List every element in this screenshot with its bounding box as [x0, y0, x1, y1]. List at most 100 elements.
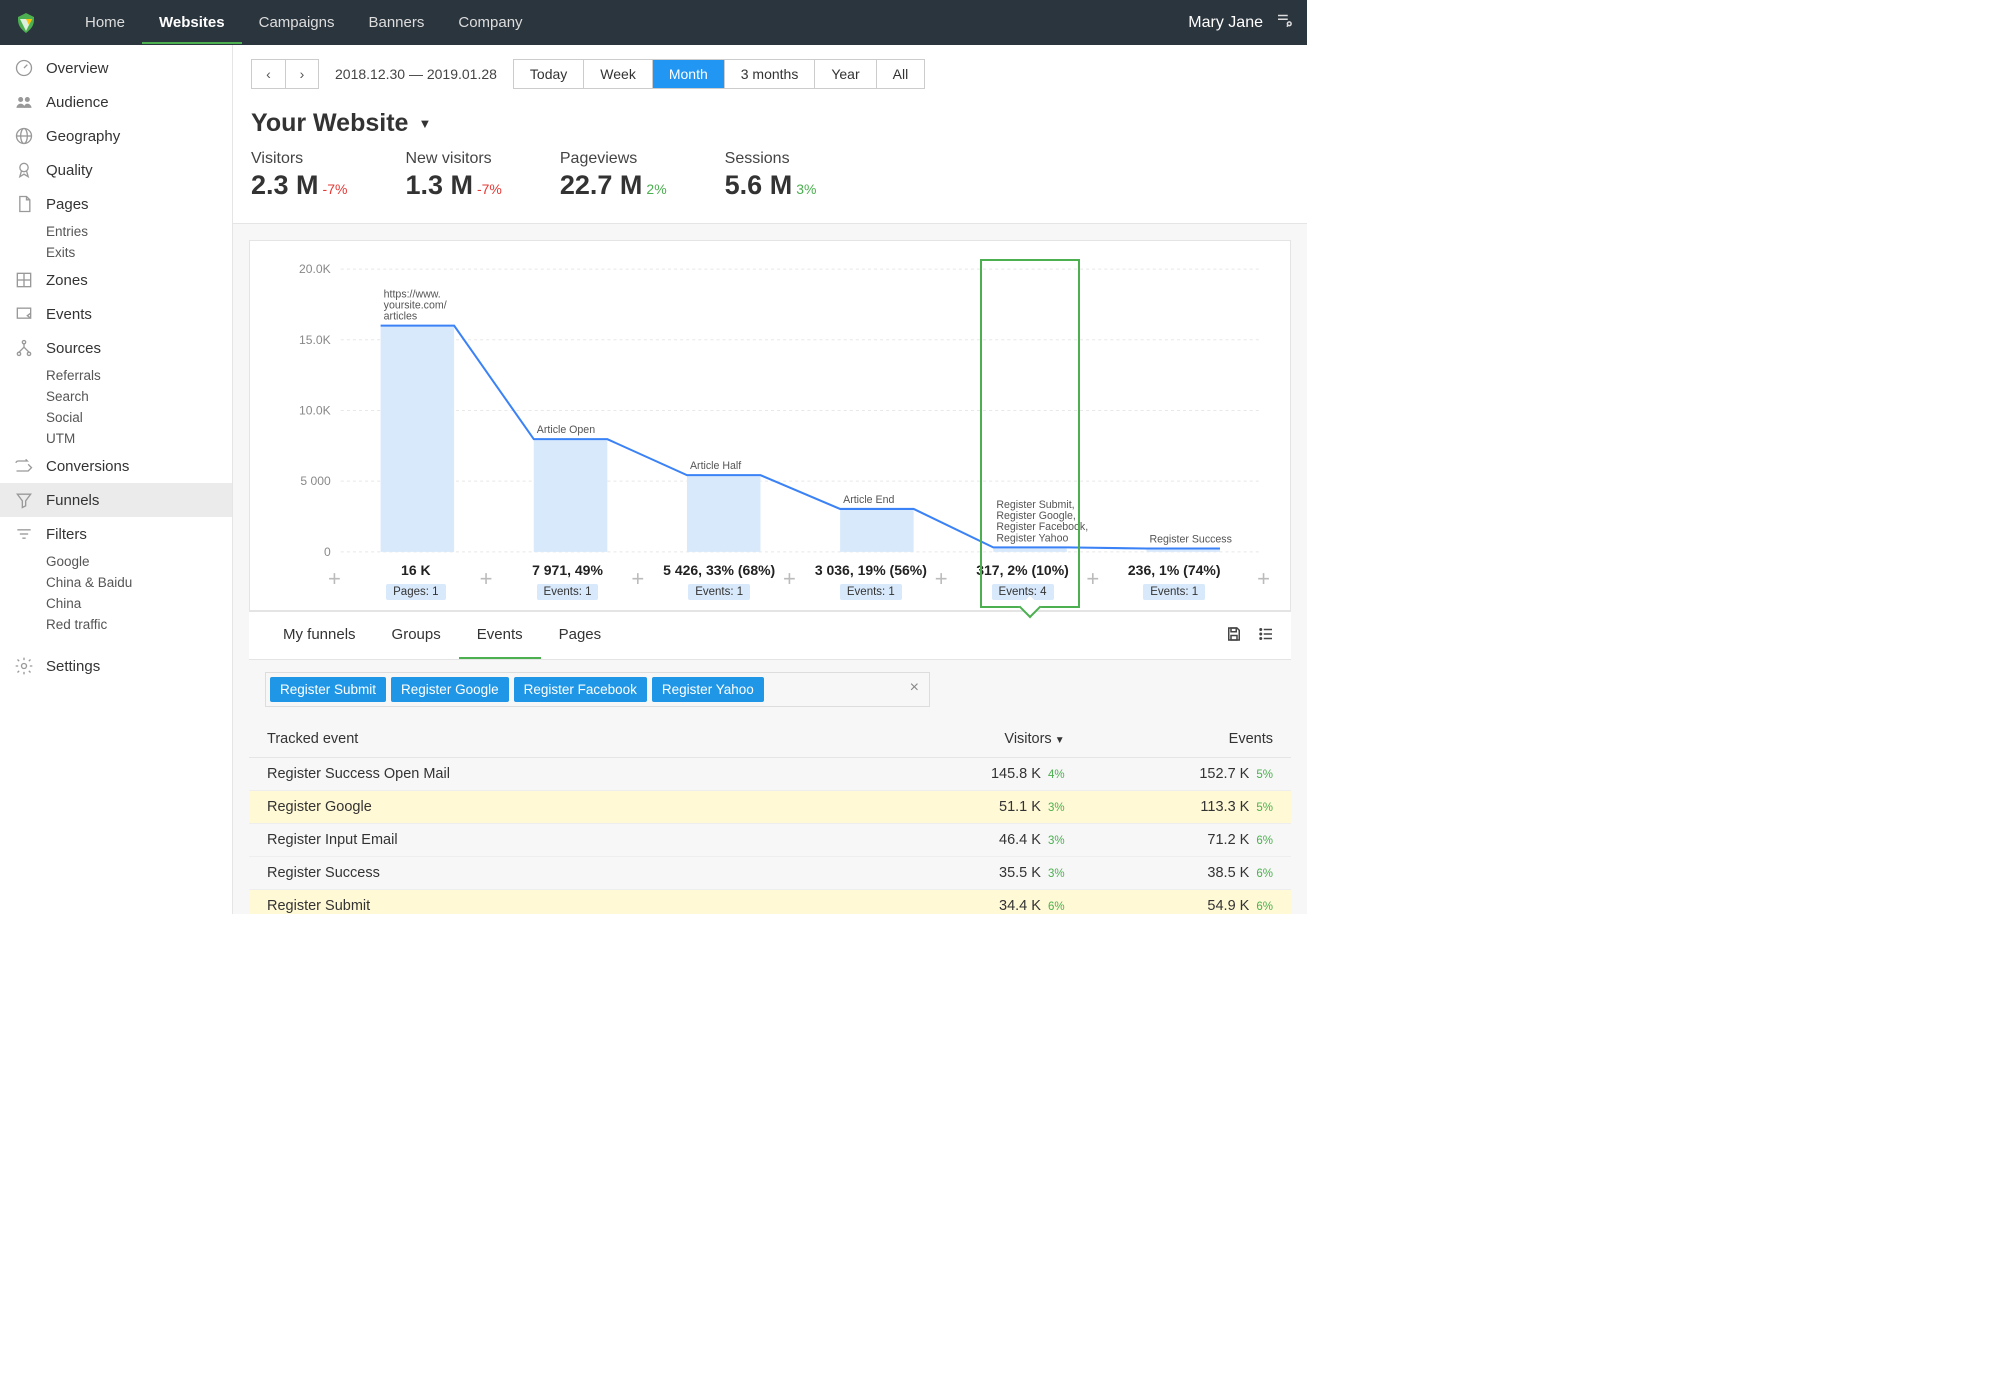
sidebar-sub-social[interactable]: Social	[0, 407, 232, 428]
add-step-icon[interactable]: +	[935, 566, 948, 592]
filter-tag[interactable]: Register Google	[391, 677, 509, 702]
funnel-step-3[interactable]: +3 036, 19% (56%)Events: 1	[795, 562, 947, 610]
tab-events[interactable]: Events	[459, 612, 541, 659]
user-name[interactable]: Mary Jane	[1188, 14, 1263, 32]
sidebar-item-settings[interactable]: Settings	[0, 649, 232, 683]
col-events[interactable]: Events	[1083, 721, 1291, 758]
funnel-step-1[interactable]: +7 971, 49%Events: 1	[492, 562, 644, 610]
nav-websites[interactable]: Websites	[142, 1, 242, 44]
range-month[interactable]: Month	[653, 60, 725, 88]
sidebar-sub-exits[interactable]: Exits	[0, 242, 232, 263]
funnel-step-0[interactable]: +16 KPages: 1	[340, 562, 492, 610]
range-today[interactable]: Today	[514, 60, 584, 88]
col-tracked-event[interactable]: Tracked event	[249, 721, 874, 758]
svg-text:articles: articles	[384, 311, 418, 323]
sidebar-sub-utm[interactable]: UTM	[0, 428, 232, 449]
filter-tag[interactable]: Register Yahoo	[652, 677, 764, 702]
add-step-icon[interactable]: +	[631, 566, 644, 592]
sidebar-item-quality[interactable]: Quality	[0, 153, 232, 187]
sidebar-sub-search[interactable]: Search	[0, 386, 232, 407]
sidebar-item-events[interactable]: Events	[0, 297, 232, 331]
sidebar-sub-china[interactable]: China	[0, 593, 232, 614]
sidebar-sub-referrals[interactable]: Referrals	[0, 365, 232, 386]
grid-icon	[14, 270, 34, 290]
sidebar-sub-red-traffic[interactable]: Red traffic	[0, 614, 232, 635]
add-step-icon[interactable]: +	[1257, 566, 1270, 592]
tab-groups[interactable]: Groups	[374, 612, 459, 659]
topbar: HomeWebsitesCampaignsBannersCompany Mary…	[0, 0, 1307, 45]
date-next-button[interactable]: ›	[285, 59, 319, 89]
funnel-step-4[interactable]: +317, 2% (10%)Events: 4	[947, 562, 1099, 610]
event-filter-box[interactable]: Register SubmitRegister GoogleRegister F…	[265, 672, 930, 707]
funnel-step-2[interactable]: +5 426, 33% (68%)Events: 1	[643, 562, 795, 610]
fork-icon	[14, 338, 34, 358]
nav-company[interactable]: Company	[441, 1, 539, 44]
date-prev-button[interactable]: ‹	[251, 59, 285, 89]
users-icon	[14, 92, 34, 112]
table-row[interactable]: Register Success35.5 K 3%38.5 K 6%	[249, 856, 1291, 889]
sidebar-item-sources[interactable]: Sources	[0, 331, 232, 365]
list-icon[interactable]	[1257, 625, 1275, 646]
date-range-segments: TodayWeekMonth3 monthsYearAll	[513, 59, 925, 89]
nav-home[interactable]: Home	[68, 1, 142, 44]
svg-text:Register Success: Register Success	[1149, 533, 1231, 545]
sidebar-item-overview[interactable]: Overview	[0, 51, 232, 85]
nav-banners[interactable]: Banners	[351, 1, 441, 44]
table-row[interactable]: Register Success Open Mail145.8 K 4%152.…	[249, 757, 1291, 790]
add-step-icon[interactable]: +	[480, 566, 493, 592]
range-year[interactable]: Year	[815, 60, 876, 88]
col-visitors[interactable]: Visitors▼	[874, 721, 1082, 758]
sidebar-item-funnels[interactable]: Funnels	[0, 483, 232, 517]
add-step-icon[interactable]: +	[1086, 566, 1099, 592]
table-row[interactable]: Register Input Email46.4 K 3%71.2 K 6%	[249, 823, 1291, 856]
range-week[interactable]: Week	[584, 60, 653, 88]
main-content: ‹ › 2018.12.30 — 2019.01.28 TodayWeekMon…	[233, 45, 1307, 914]
kpi-visitors: Visitors2.3 M-7%	[251, 150, 347, 201]
gear-icon	[14, 656, 34, 676]
nav-campaigns[interactable]: Campaigns	[242, 1, 352, 44]
add-step-icon[interactable]: +	[328, 566, 341, 592]
sort-desc-icon: ▼	[1055, 735, 1065, 746]
svg-text:Article Open: Article Open	[537, 424, 595, 436]
filter-tag[interactable]: Register Facebook	[514, 677, 647, 702]
kpi-new-visitors: New visitors1.3 M-7%	[405, 150, 501, 201]
table-row[interactable]: Register Google51.1 K 3%113.3 K 5%	[249, 790, 1291, 823]
sidebar-item-pages[interactable]: Pages	[0, 187, 232, 221]
sidebar-sub-google[interactable]: Google	[0, 551, 232, 572]
range-3-months[interactable]: 3 months	[725, 60, 816, 88]
gauge-icon	[14, 58, 34, 78]
svg-text:5 000: 5 000	[300, 474, 331, 488]
sidebar-item-conversions[interactable]: Conversions	[0, 449, 232, 483]
range-all[interactable]: All	[877, 60, 925, 88]
tab-my-funnels[interactable]: My funnels	[265, 612, 374, 659]
app-logo	[14, 11, 38, 35]
funnel-tabs: My funnelsGroupsEventsPages	[249, 611, 1291, 660]
sidebar-sub-china-&-baidu[interactable]: China & Baidu	[0, 572, 232, 593]
sidebar-item-audience[interactable]: Audience	[0, 85, 232, 119]
sidebar-sub-entries[interactable]: Entries	[0, 221, 232, 242]
kpi-pageviews: Pageviews22.7 M2%	[560, 150, 667, 201]
clear-filters-icon[interactable]: ×	[910, 679, 919, 697]
table-row[interactable]: Register Submit34.4 K 6%54.9 K 6%	[249, 889, 1291, 914]
tab-pages[interactable]: Pages	[541, 612, 620, 659]
date-controls: ‹ › 2018.12.30 — 2019.01.28 TodayWeekMon…	[251, 59, 1289, 89]
page-title[interactable]: Your Website ▼	[251, 99, 1289, 150]
kpi-row: Visitors2.3 M-7% New visitors1.3 M-7% Page…	[251, 150, 1289, 219]
add-step-icon[interactable]: +	[783, 566, 796, 592]
save-icon[interactable]	[1225, 625, 1243, 646]
svg-text:20.0K: 20.0K	[299, 262, 331, 276]
sidebar-item-zones[interactable]: Zones	[0, 263, 232, 297]
sidebar-item-geography[interactable]: Geography	[0, 119, 232, 153]
page-icon	[14, 194, 34, 214]
svg-text:Register Yahoo: Register Yahoo	[996, 532, 1068, 544]
svg-text:Article End: Article End	[843, 494, 894, 506]
svg-text:10.0K: 10.0K	[299, 404, 331, 418]
user-menu-icon[interactable]	[1275, 11, 1293, 34]
filter-tag[interactable]: Register Submit	[270, 677, 386, 702]
sidebar-item-filters[interactable]: Filters	[0, 517, 232, 551]
funnel-icon	[14, 490, 34, 510]
events-table: Tracked eventVisitors▼Events Register Su…	[249, 721, 1291, 914]
funnel-step-5[interactable]: +236, 1% (74%)Events: 1+	[1098, 562, 1250, 610]
funnel-chart: 20.0K15.0K10.0K5 0000https://www.yoursit…	[249, 240, 1291, 611]
date-range-text[interactable]: 2018.12.30 — 2019.01.28	[319, 66, 513, 82]
